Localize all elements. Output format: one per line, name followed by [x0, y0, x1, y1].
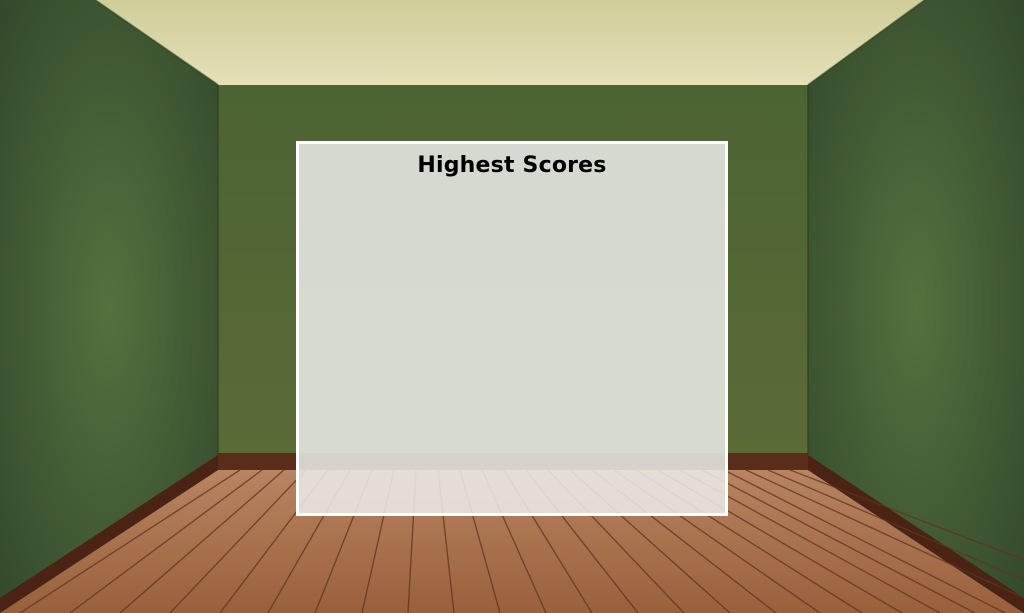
- scores-title: Highest Scores: [417, 153, 607, 178]
- scores-list: [319, 192, 705, 501]
- ceiling: [95, 0, 925, 85]
- game-scene: Highest Scores: [0, 0, 1024, 613]
- highest-scores-panel: Highest Scores: [296, 141, 728, 516]
